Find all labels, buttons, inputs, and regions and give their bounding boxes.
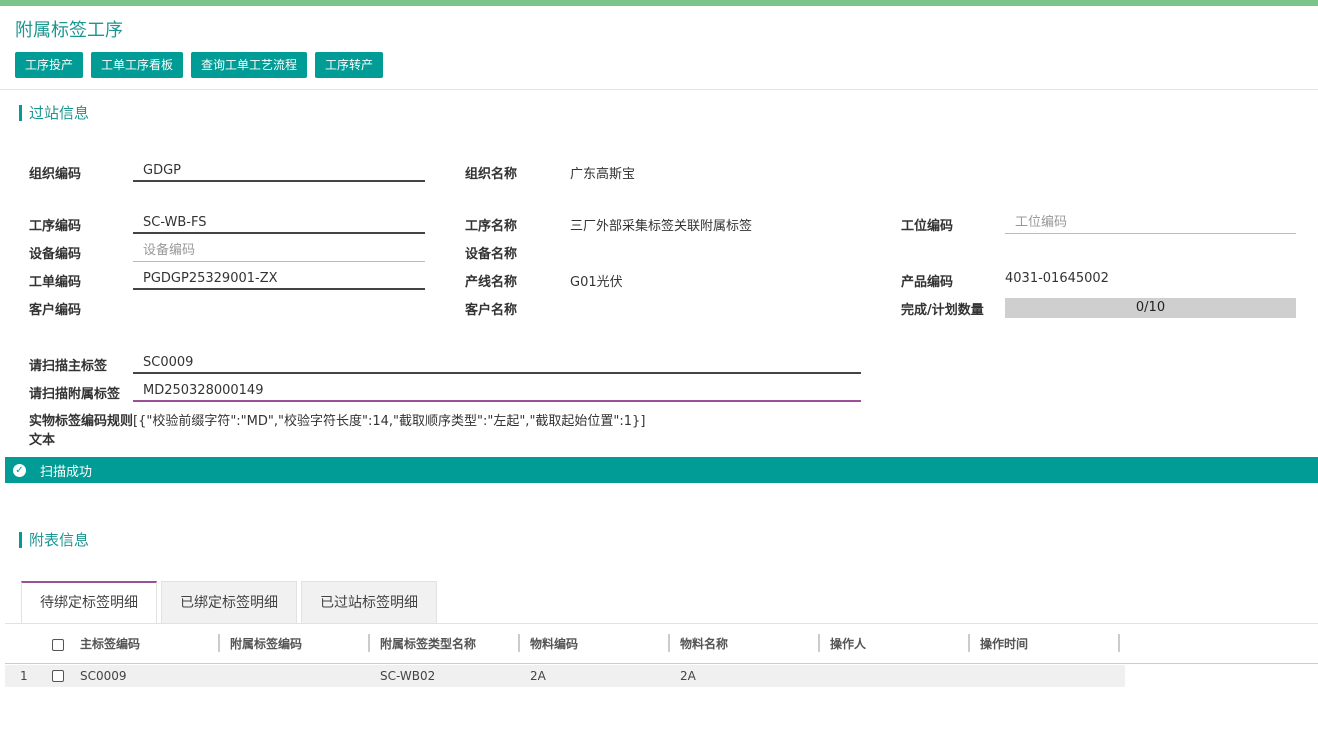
table-header: 主标签编码 附属标签编码 附属标签类型名称 物料编码 物料名称 操作人 操作时间	[5, 628, 1318, 664]
process-board-button[interactable]: 工单工序看板	[91, 52, 184, 78]
device-code-field[interactable]	[133, 240, 425, 262]
cell-type: SC-WB02	[380, 669, 436, 683]
org-code-field[interactable]	[133, 160, 425, 182]
status-message: 扫描成功	[40, 464, 93, 480]
col-attached-type: 附属标签类型名称	[380, 637, 477, 651]
column-resize-handle[interactable]	[218, 634, 220, 652]
line-name-value: G01光伏	[570, 275, 623, 290]
column-resize-handle[interactable]	[518, 634, 520, 652]
scan-attached-field[interactable]	[133, 380, 861, 402]
work-order-field[interactable]	[133, 268, 425, 290]
scan-attached-label: 请扫描附属标签	[29, 387, 121, 402]
product-code-value: 4031-01645002	[1005, 271, 1109, 286]
org-code-label: 组织编码	[29, 167, 82, 182]
col-material-name: 物料名称	[680, 637, 729, 651]
section-header-attached: 附表信息	[19, 529, 89, 550]
section-header-pass-station: 过站信息	[19, 102, 89, 123]
qty-label: 完成/计划数量	[901, 303, 984, 318]
section-bar	[19, 531, 22, 548]
station-code-field[interactable]	[1005, 212, 1296, 234]
tab-passed[interactable]: 已过站标签明细	[301, 581, 437, 623]
tab-pending[interactable]: 待绑定标签明细	[21, 581, 157, 623]
qty-progress-text: 0/10	[1135, 300, 1166, 315]
row-index: 1	[20, 669, 28, 683]
col-attached-label: 附属标签编码	[230, 637, 303, 651]
process-code-label: 工序编码	[29, 219, 82, 234]
section-title: 过站信息	[29, 104, 90, 122]
col-operate-time: 操作时间	[980, 637, 1029, 651]
org-name-label: 组织名称	[465, 167, 518, 182]
detail-tabs: 待绑定标签明细 已绑定标签明细 已过站标签明细	[21, 581, 441, 623]
product-code-label: 产品编码	[901, 275, 954, 290]
cell-material-name: 2A	[680, 669, 696, 683]
process-code-field[interactable]	[133, 212, 425, 234]
work-order-label: 工单编码	[29, 275, 82, 290]
row-checkbox[interactable]	[52, 670, 64, 682]
column-resize-handle[interactable]	[1118, 634, 1120, 652]
column-resize-handle[interactable]	[968, 634, 970, 652]
rule-text: [{"校验前缀字符":"MD","校验字符长度":14,"截取顺序类型":"左起…	[133, 414, 646, 429]
qty-progress-bar: 0/10	[1005, 298, 1296, 318]
top-accent-bar	[0, 0, 1318, 6]
cell-main: SC0009	[80, 669, 127, 683]
scan-status-bar: ✓ 扫描成功	[5, 457, 1318, 483]
col-material-code: 物料编码	[530, 637, 579, 651]
column-resize-handle[interactable]	[368, 634, 370, 652]
scan-main-field[interactable]	[133, 352, 861, 374]
cell-material-code: 2A	[530, 669, 546, 683]
rule-label: 实物标签编码规则	[29, 414, 134, 429]
device-name-label: 设备名称	[465, 247, 518, 262]
divider	[0, 89, 1318, 90]
toolbar: 工序投产 工单工序看板 查询工单工艺流程 工序转产	[15, 52, 384, 78]
section-title: 附表信息	[29, 531, 90, 549]
col-main-label: 主标签编码	[80, 637, 141, 651]
col-operator: 操作人	[830, 637, 867, 651]
process-switch-button[interactable]: 工序转产	[315, 52, 384, 78]
section-bar	[19, 104, 22, 121]
customer-name-label: 客户名称	[465, 303, 518, 318]
column-resize-handle[interactable]	[818, 634, 820, 652]
process-start-button[interactable]: 工序投产	[15, 52, 84, 78]
line-name-label: 产线名称	[465, 275, 518, 290]
tabs-divider	[5, 623, 1318, 624]
customer-code-label: 客户编码	[29, 303, 82, 318]
column-resize-handle[interactable]	[668, 634, 670, 652]
query-flow-button[interactable]: 查询工单工艺流程	[191, 52, 308, 78]
check-icon: ✓	[13, 463, 26, 477]
process-name-value: 三厂外部采集标签关联附属标签	[570, 219, 753, 234]
rule-label-line2: 文本	[29, 433, 56, 448]
org-name-value: 广东高斯宝	[570, 167, 636, 182]
scan-main-label: 请扫描主标签	[29, 359, 108, 374]
table-row[interactable]: 1 SC0009 SC-WB02 2A 2A	[5, 665, 1125, 687]
select-all-checkbox[interactable]	[52, 639, 64, 651]
page-title: 附属标签工序	[15, 20, 123, 41]
station-code-label: 工位编码	[901, 219, 954, 234]
tab-bound[interactable]: 已绑定标签明细	[161, 581, 297, 623]
process-name-label: 工序名称	[465, 219, 518, 234]
device-code-label: 设备编码	[29, 247, 82, 262]
